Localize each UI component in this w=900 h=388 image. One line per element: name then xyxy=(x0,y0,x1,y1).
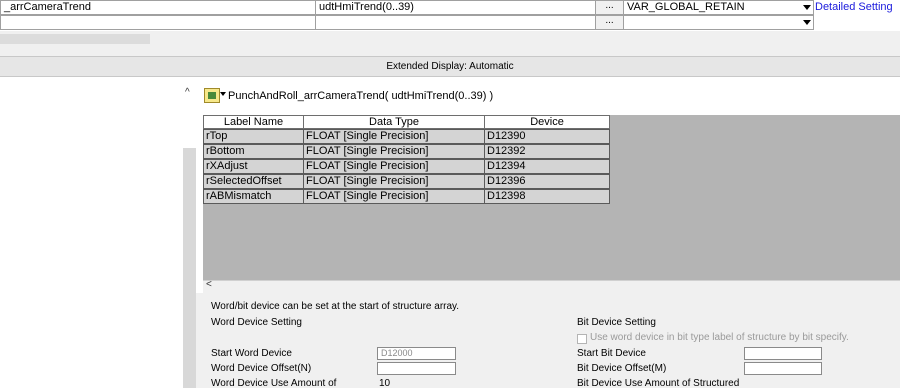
table-cell-label[interactable]: rBottom xyxy=(203,144,304,159)
chevron-down-icon[interactable] xyxy=(803,5,811,10)
settings-note: Word/bit device can be set at the start … xyxy=(211,301,460,312)
row2-class-select[interactable] xyxy=(623,15,814,30)
extended-display-header: Extended Display: Automatic xyxy=(0,56,900,77)
bit-device-heading: Bit Device Setting xyxy=(577,317,656,328)
structure-icon[interactable] xyxy=(204,88,220,103)
word-device-heading: Word Device Setting xyxy=(211,317,302,328)
table-cell-device[interactable]: D12396 xyxy=(484,174,610,189)
scroll-left-icon[interactable]: < xyxy=(206,279,212,290)
start-bit-device-label: Start Bit Device xyxy=(577,348,646,359)
structure-title: PunchAndRoll_arrCameraTrend( udtHmiTrend… xyxy=(228,90,494,102)
table-cell-device[interactable]: D12394 xyxy=(484,159,610,174)
table-cell-label[interactable]: rXAdjust xyxy=(203,159,304,174)
vertical-scrollbar[interactable] xyxy=(183,148,196,388)
column-header-label-name[interactable]: Label Name xyxy=(203,115,304,129)
bit-device-offset-input[interactable] xyxy=(744,362,822,375)
table-cell-device[interactable]: D12398 xyxy=(484,189,610,204)
start-word-device-input[interactable]: D12000 xyxy=(377,347,456,360)
table-cell-type[interactable]: FLOAT [Single Precision] xyxy=(303,174,485,189)
row2-label-field[interactable] xyxy=(0,15,316,30)
label-name-field[interactable]: _arrCameraTrend xyxy=(0,0,316,15)
chevron-down-icon[interactable] xyxy=(803,20,811,25)
word-device-offset-input[interactable] xyxy=(377,362,456,375)
class-select-value: VAR_GLOBAL_RETAIN xyxy=(627,1,745,13)
table-cell-device[interactable]: D12390 xyxy=(484,129,610,144)
table-cell-device[interactable]: D12392 xyxy=(484,144,610,159)
start-bit-device-input[interactable] xyxy=(744,347,822,360)
bit-specify-label: Use word device in bit type label of str… xyxy=(590,332,849,343)
start-word-device-label: Start Word Device xyxy=(211,348,292,359)
table-cell-label[interactable]: rSelectedOffset xyxy=(203,174,304,189)
column-header-data-type[interactable]: Data Type xyxy=(303,115,485,129)
table-cell-type[interactable]: FLOAT [Single Precision] xyxy=(303,159,485,174)
table-cell-type[interactable]: FLOAT [Single Precision] xyxy=(303,129,485,144)
class-select[interactable]: VAR_GLOBAL_RETAIN xyxy=(623,0,814,15)
bit-specify-checkbox[interactable] xyxy=(577,334,587,344)
data-type-field[interactable]: udtHmiTrend(0..39) xyxy=(315,0,596,15)
caret-up-icon[interactable]: ^ xyxy=(185,87,190,98)
detailed-setting-link[interactable]: Detailed Setting xyxy=(815,1,893,13)
horizontal-scrollbar[interactable] xyxy=(203,280,900,293)
word-device-use-label: Word Device Use Amount of xyxy=(211,378,337,388)
table-cell-type[interactable]: FLOAT [Single Precision] xyxy=(303,144,485,159)
row-band-highlight xyxy=(0,34,150,44)
column-header-device[interactable]: Device xyxy=(484,115,610,129)
table-cell-label[interactable]: rTop xyxy=(203,129,304,144)
bit-device-offset-label: Bit Device Offset(M) xyxy=(577,363,667,374)
bit-device-use-label: Bit Device Use Amount of Structured xyxy=(577,378,740,388)
row2-data-type-field[interactable] xyxy=(315,15,596,30)
word-device-offset-label: Word Device Offset(N) xyxy=(211,363,312,374)
table-cell-type[interactable]: FLOAT [Single Precision] xyxy=(303,189,485,204)
label-tree-pane xyxy=(0,77,196,388)
word-device-use-value: 10 xyxy=(379,378,391,388)
data-type-browse-button[interactable]: ... xyxy=(595,0,624,15)
row2-browse-button[interactable]: ... xyxy=(595,15,624,30)
structure-dropdown-icon[interactable] xyxy=(220,92,226,96)
table-cell-label[interactable]: rABMismatch xyxy=(203,189,304,204)
